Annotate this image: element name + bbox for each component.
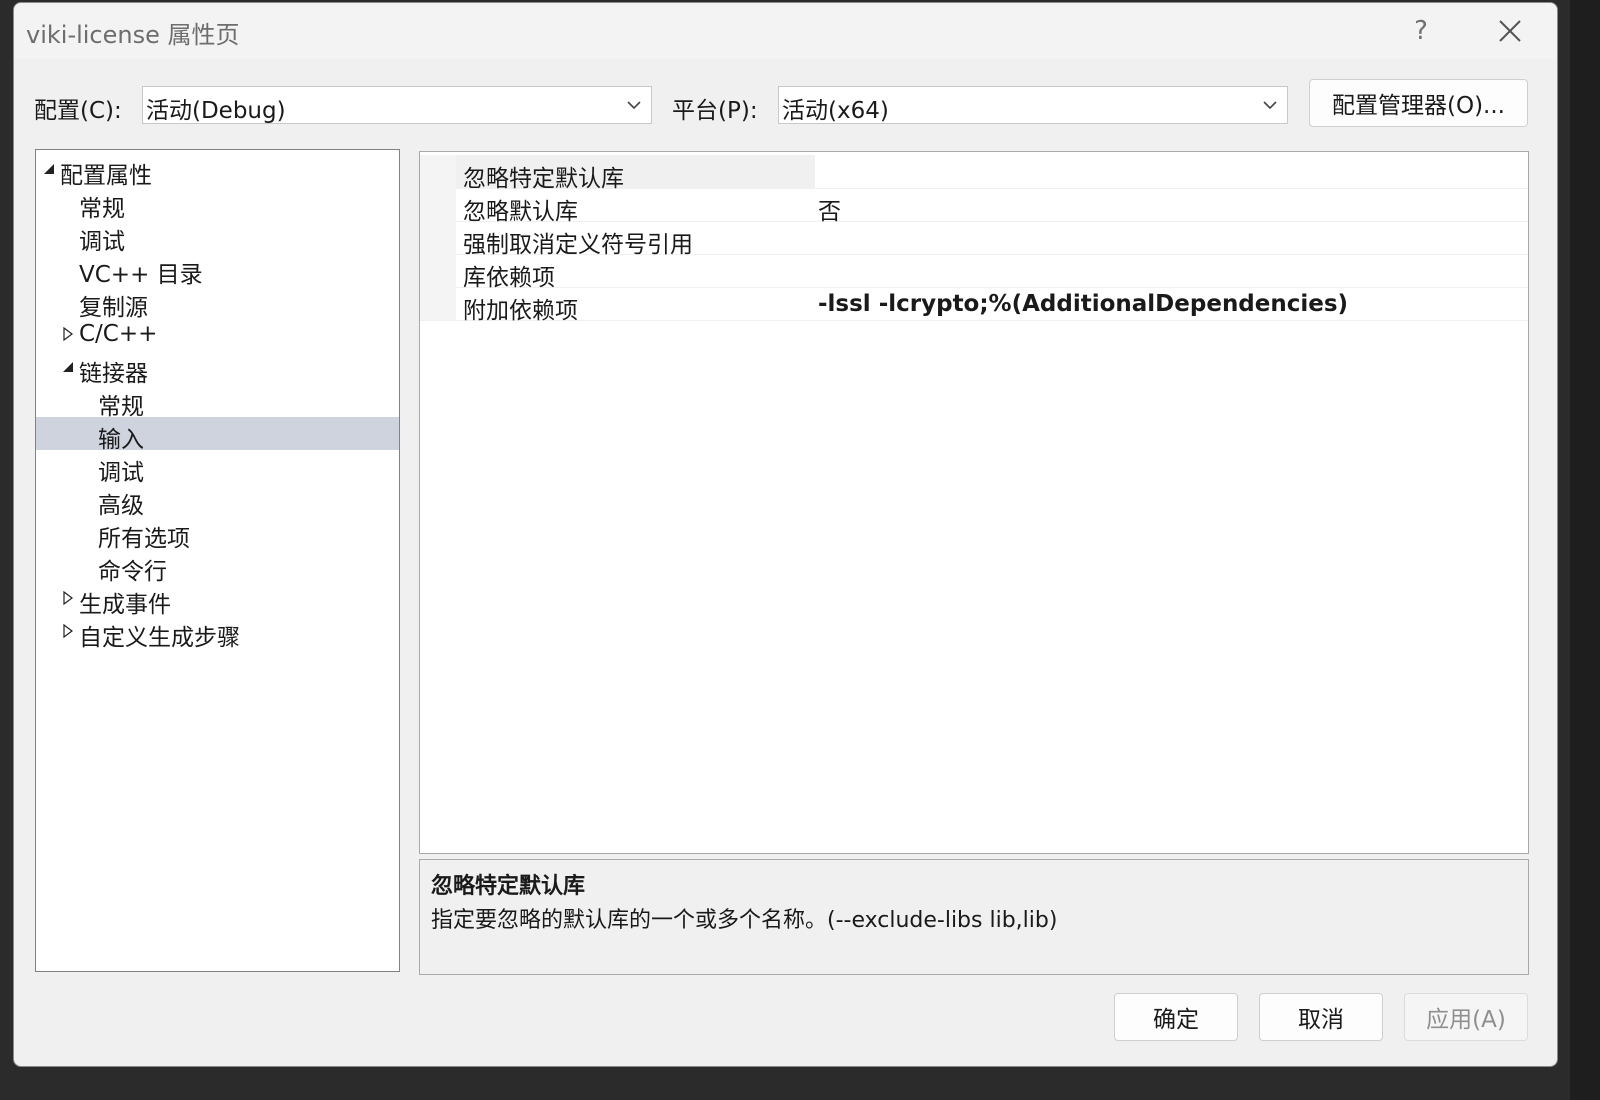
- apply-button[interactable]: 应用(A): [1404, 993, 1528, 1041]
- tree-item-linker-general[interactable]: 常规: [36, 384, 399, 420]
- property-row-force-symbol-references[interactable]: 强制取消定义符号引用: [420, 221, 1528, 258]
- property-grid[interactable]: 忽略特定默认库 忽略默认库 否 强制取消定义符号引用 库依赖项 附加依赖项 -l…: [419, 151, 1529, 854]
- configuration-dropdown[interactable]: 活动(Debug): [142, 86, 652, 124]
- property-name-cell: 强制取消定义符号引用: [456, 221, 815, 258]
- title-bar: viki-license 属性页 ?: [14, 3, 1557, 59]
- property-pages-dialog: viki-license 属性页 ? 配置(C): 活动(Debug) 平台(P…: [13, 2, 1558, 1067]
- tree-item-copy-source[interactable]: 复制源: [36, 285, 399, 321]
- collapsed-triangle-icon: [63, 591, 73, 605]
- property-name-cell: 忽略特定默认库: [456, 155, 815, 192]
- tree-item-label: C/C++: [79, 321, 158, 347]
- close-icon: [1499, 20, 1521, 42]
- property-row-ignore-specific-default-libraries[interactable]: 忽略特定默认库: [420, 155, 1528, 192]
- description-title: 忽略特定默认库: [431, 874, 586, 899]
- tree-item-label: 所有选项: [98, 526, 190, 552]
- expanded-triangle-icon: [63, 362, 73, 372]
- tree-item-label: 输入: [98, 427, 144, 453]
- tree-item-config-properties[interactable]: 配置属性: [36, 153, 399, 189]
- row-gutter: [420, 155, 456, 188]
- property-row-additional-dependencies[interactable]: 附加依赖项 -lssl -lcrypto;%(AdditionalDepende…: [420, 287, 1528, 324]
- property-name-cell: 附加依赖项: [456, 287, 815, 324]
- tree-item-label: 复制源: [79, 295, 148, 321]
- tree-item-label: 命令行: [98, 559, 167, 585]
- tree-item-label: 配置属性: [60, 163, 152, 189]
- tree-item-linker[interactable]: 链接器: [36, 351, 399, 387]
- tree-item-custom-build-step[interactable]: 自定义生成步骤: [36, 615, 399, 651]
- tree-item-label: 生成事件: [79, 592, 171, 618]
- row-gutter: [420, 188, 456, 221]
- tree-item-c-cpp[interactable]: C/C++: [36, 318, 399, 351]
- property-row-ignore-all-default-libraries[interactable]: 忽略默认库 否: [420, 188, 1528, 225]
- tree-item-label: 链接器: [79, 361, 148, 387]
- tree-item-vc-directories[interactable]: VC++ 目录: [36, 252, 399, 288]
- property-row-library-dependencies[interactable]: 库依赖项: [420, 254, 1528, 291]
- row-gutter: [420, 287, 456, 320]
- help-icon: ?: [1414, 16, 1428, 46]
- tree-item-label: 常规: [79, 196, 125, 222]
- close-button[interactable]: [1488, 11, 1532, 51]
- cancel-button[interactable]: 取消: [1259, 993, 1383, 1041]
- configuration-label: 配置(C):: [34, 98, 122, 124]
- chevron-down-icon: [627, 101, 641, 110]
- tree-item-label: 常规: [98, 394, 144, 420]
- property-tree[interactable]: 配置属性 常规 调试 VC++ 目录 复制源 C/C++ 链接器 常规 输入 调…: [35, 149, 400, 972]
- row-gutter: [420, 221, 456, 254]
- tree-item-linker-all-options[interactable]: 所有选项: [36, 516, 399, 552]
- tree-item-build-events[interactable]: 生成事件: [36, 582, 399, 618]
- collapsed-triangle-icon: [63, 624, 73, 638]
- property-name-cell: 库依赖项: [456, 254, 815, 291]
- property-name-cell: 忽略默认库: [456, 188, 815, 225]
- tree-item-debugging[interactable]: 调试: [36, 219, 399, 255]
- collapsed-triangle-icon: [63, 327, 73, 341]
- description-text: 指定要忽略的默认库的一个或多个名称。(--exclude-libs lib,li…: [431, 908, 1058, 933]
- tree-item-linker-advanced[interactable]: 高级: [36, 483, 399, 519]
- property-value[interactable]: -lssl -lcrypto;%(AdditionalDependencies): [818, 291, 1348, 317]
- platform-dropdown[interactable]: 活动(x64): [778, 86, 1288, 124]
- tree-item-label: 高级: [98, 493, 144, 519]
- tree-item-label: 调试: [79, 229, 125, 255]
- platform-value: 活动(x64): [782, 98, 889, 124]
- description-panel: 忽略特定默认库 指定要忽略的默认库的一个或多个名称。(--exclude-lib…: [419, 859, 1529, 975]
- tree-item-label: 调试: [98, 460, 144, 486]
- property-name: 附加依赖项: [463, 298, 578, 324]
- tree-item-label: 自定义生成步骤: [79, 625, 240, 651]
- tree-item-label: VC++ 目录: [79, 262, 203, 288]
- row-gutter: [420, 254, 456, 287]
- configuration-manager-button[interactable]: 配置管理器(O)...: [1309, 79, 1528, 127]
- ok-button[interactable]: 确定: [1114, 993, 1238, 1041]
- tree-item-linker-input[interactable]: 输入: [36, 417, 399, 453]
- platform-label: 平台(P):: [672, 98, 758, 124]
- window-title: viki-license 属性页: [26, 21, 240, 49]
- desktop-background: [1570, 0, 1600, 1100]
- expanded-triangle-icon: [44, 164, 54, 174]
- chevron-down-icon: [1263, 101, 1277, 110]
- tree-item-general[interactable]: 常规: [36, 186, 399, 222]
- help-button[interactable]: ?: [1403, 13, 1439, 49]
- tree-item-linker-debugging[interactable]: 调试: [36, 450, 399, 486]
- tree-item-linker-command-line[interactable]: 命令行: [36, 549, 399, 585]
- configuration-value: 活动(Debug): [146, 98, 286, 124]
